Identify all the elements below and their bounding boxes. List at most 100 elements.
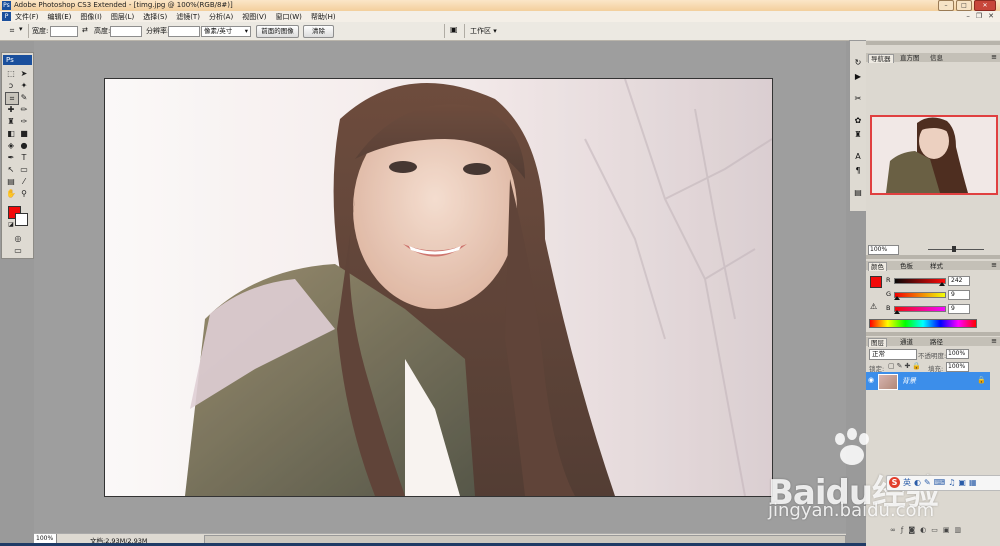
screen-mode-icon[interactable]: ▭ [10,245,26,256]
menu-item[interactable]: 分析(A) [209,12,233,22]
panel-tab[interactable]: 直方图 [898,54,922,62]
panel-tab[interactable]: 颜色 [868,262,887,271]
panel-tab[interactable]: 色板 [898,262,915,270]
ps-menu-icon[interactable]: P [2,12,11,21]
menu-item[interactable]: 文件(F) [15,12,39,22]
character-panel-icon[interactable]: A [852,151,864,162]
eye-icon[interactable]: ◉ [868,376,876,386]
blur-tool-icon[interactable]: ◈ [5,140,17,151]
close-button[interactable]: ✕ [974,0,996,11]
workspace-menu[interactable]: 工作区 ▾ [470,26,497,36]
navigator-zoom[interactable]: 100% [868,245,899,255]
dodge-tool-icon[interactable]: ● [18,140,30,151]
ime-toolbar[interactable]: S 英◐✎⌨♫▣▦ [886,475,1000,491]
zoom-slider[interactable] [928,249,984,250]
panel-tab[interactable]: 导航器 [868,54,894,63]
swap-icon[interactable]: ⇄ [82,26,88,34]
notes-tool-icon[interactable]: ▤ [5,176,17,187]
history-brush-icon[interactable]: ✑ [18,116,30,127]
maximize-button[interactable]: □ [956,0,972,11]
width-input[interactable] [50,26,78,37]
sogou-ime-icon[interactable]: S [889,477,900,488]
new-layer-icon[interactable]: ▣ [943,526,955,534]
panel-tab[interactable]: 通道 [898,338,915,346]
menu-item[interactable]: 图像(I) [80,12,102,22]
actions-panel-icon[interactable]: ▶ [852,71,864,82]
opacity-input[interactable]: 100% [946,349,969,359]
magic-wand-icon[interactable]: ✦ [18,80,30,91]
doc-close-icon[interactable]: ✕ [988,12,994,20]
panel-tab[interactable]: 路径 [928,338,945,346]
path-selection-icon[interactable]: ↖ [5,164,17,175]
menu-item[interactable]: 视图(V) [242,12,266,22]
channel-value[interactable]: 9 [948,304,970,314]
panel-menu-icon[interactable]: ≡ [991,53,997,61]
clone-source-icon[interactable]: ♜ [852,129,864,140]
panel-menu-icon[interactable]: ≡ [991,261,997,269]
minimize-button[interactable]: – [938,0,954,11]
paragraph-panel-icon[interactable]: ¶ [852,165,864,176]
menu-item[interactable]: 选择(S) [143,12,167,22]
quick-mask-icon[interactable]: ◎ [12,233,24,244]
default-colors-icon[interactable]: ◪ [5,219,17,230]
link-layers-icon[interactable]: ∞ [890,526,901,534]
adjustment-icon[interactable]: ◐ [920,526,931,534]
menu-item[interactable]: 滤镜(T) [176,12,200,22]
panel-tab[interactable]: 信息 [928,54,945,62]
height-input[interactable] [110,26,142,37]
panel-menu-icon[interactable]: ≡ [991,337,997,345]
panel-tab[interactable]: 图层 [868,338,887,347]
healing-brush-icon[interactable]: ✚ [5,104,17,115]
eyedropper-icon[interactable]: ⁄ [18,176,30,187]
type-tool-icon[interactable]: T [18,152,30,163]
hand-tool-icon[interactable]: ✋ [5,188,17,199]
channel-value[interactable]: 9 [948,290,970,300]
lasso-tool-icon[interactable]: ↄ [5,80,17,91]
doc-minimize-icon[interactable]: – [966,12,970,20]
channel-slider[interactable] [894,278,946,286]
lock-icons[interactable]: ▢✎✚🔒 [888,362,923,370]
units-select[interactable]: 像素/英寸 ▾ [201,26,251,37]
move-tool-icon[interactable]: ➤ [18,68,30,79]
history-panel-icon[interactable]: ↻ [852,57,864,68]
crop-tool-icon[interactable]: ⌗ [6,25,18,36]
brush-tool-icon[interactable]: ✏ [18,104,30,115]
color-spectrum[interactable] [869,319,977,328]
clone-stamp-icon[interactable]: ♜ [5,116,17,127]
brushes-panel-icon[interactable]: ✿ [852,115,864,126]
pen-tool-icon[interactable]: ✒ [5,152,17,163]
navigator-thumbnail[interactable] [870,115,998,195]
slice-tool-icon[interactable]: ✎ [18,92,30,103]
shape-tool-icon[interactable]: ▭ [18,164,30,175]
panel-tab[interactable]: 样式 [928,262,945,270]
tool-preset-arrow-icon[interactable]: ▾ [19,25,23,33]
ime-toolbar-icons[interactable]: 英◐✎⌨♫▣▦ [903,477,980,488]
zoom-tool-icon[interactable]: ⚲ [18,188,30,199]
layer-comps-icon[interactable]: ▤ [852,187,864,198]
channel-slider[interactable] [894,306,946,314]
color-foreground-swatch[interactable] [870,276,882,288]
doc-restore-icon[interactable]: ❐ [976,12,982,20]
clear-button[interactable]: 清除 [303,25,334,38]
channel-value[interactable]: 242 [948,276,970,286]
slider-thumb[interactable] [894,296,900,300]
fill-input[interactable]: 100% [946,362,969,372]
trash-icon[interactable]: ▥ [954,526,966,534]
slider-thumb[interactable] [939,282,945,286]
resolution-input[interactable] [168,26,200,37]
menu-item[interactable]: 图层(L) [111,12,134,22]
document-canvas[interactable] [104,78,773,497]
menu-item[interactable]: 窗口(W) [275,12,301,22]
zoom-slider-thumb[interactable] [952,246,956,252]
gradient-tool-icon[interactable]: ■ [18,128,30,139]
front-image-button[interactable]: 前面的图像 [256,25,299,38]
slider-thumb[interactable] [894,310,900,314]
blend-mode-select[interactable]: 正常 [869,349,917,360]
eraser-tool-icon[interactable]: ◧ [5,128,17,139]
mask-icon[interactable]: ◙ [908,526,920,534]
bridge-icon[interactable]: ▣ [450,25,458,34]
group-icon[interactable]: ▭ [931,526,943,534]
menu-item[interactable]: 帮助(H) [311,12,336,22]
marquee-tool-icon[interactable]: ⬚ [5,68,17,79]
channel-slider[interactable] [894,292,946,300]
